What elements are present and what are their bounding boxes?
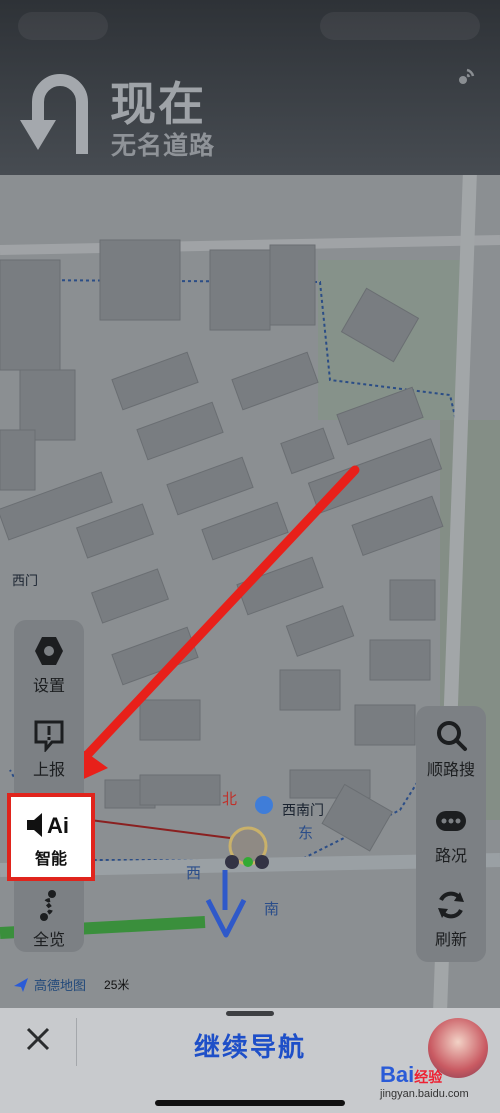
scale-text: 25米 (104, 978, 130, 992)
amap-logo-icon (14, 977, 28, 992)
turn-distance-label: 现在 (110, 78, 206, 130)
compass-north: 北 (222, 791, 238, 808)
map-attribution: 高德地图 25米 (14, 975, 129, 994)
close-icon[interactable] (22, 1023, 54, 1055)
u-turn-icon (20, 74, 88, 154)
compass-east: 东 (298, 825, 314, 842)
continue-navigation-button[interactable]: 继续导航 (150, 1027, 350, 1064)
settings-hexagon-icon (35, 637, 63, 665)
bottom-divider (76, 1018, 77, 1066)
status-bar-left (18, 12, 108, 40)
watermark-brand: Bai (380, 1062, 415, 1087)
drag-handle[interactable] (226, 1011, 274, 1016)
home-indicator[interactable] (155, 1100, 345, 1106)
road-name: 无名道路 (111, 132, 216, 160)
map-label-west-gate: 西门 (12, 573, 39, 588)
refresh-label: 刷新 (434, 932, 467, 949)
watermark-brand2: 经验 (414, 1069, 443, 1085)
settings-button[interactable]: 设置 (14, 634, 84, 696)
watermark-url: jingyan.baidu.com (380, 1088, 469, 1100)
compass-west: 西 (186, 865, 202, 882)
traffic-button[interactable]: 路况 (416, 804, 486, 866)
status-bar-right (320, 12, 480, 40)
map-label-southwest-gate: 西南门 (282, 802, 324, 818)
refresh-icon (438, 891, 464, 919)
traffic-label: 路况 (434, 848, 467, 865)
compass-south: 南 (264, 901, 280, 918)
refresh-button[interactable]: 刷新 (416, 888, 486, 950)
route-overview-icon (40, 890, 56, 921)
report-alert-icon (34, 720, 64, 752)
ai-glyph-text: Ai (47, 813, 69, 838)
overview-button[interactable]: 全览 (14, 888, 84, 950)
report-button[interactable]: 上报 (14, 718, 84, 780)
search-along-route-label: 顺路搜 (426, 762, 475, 779)
report-label: 上报 (32, 762, 65, 779)
guidance-banner: 现在 无名道路 (0, 0, 500, 175)
search-icon (437, 721, 467, 751)
traffic-dots-icon (436, 811, 466, 831)
gps-signal-icon (459, 68, 475, 84)
amap-attribution-text: 高德地图 (34, 978, 87, 993)
ai-label: 智能 (34, 851, 67, 868)
settings-label: 设置 (32, 678, 65, 695)
speaker-ai-icon: Ai (27, 813, 69, 838)
overview-label: 全览 (32, 932, 65, 949)
ai-voice-button[interactable]: Ai 智能 (7, 793, 95, 881)
search-along-route-button[interactable]: 顺路搜 (416, 718, 486, 780)
baidu-jingyan-watermark: Bai经验 jingyan.baidu.com (380, 1062, 495, 1110)
